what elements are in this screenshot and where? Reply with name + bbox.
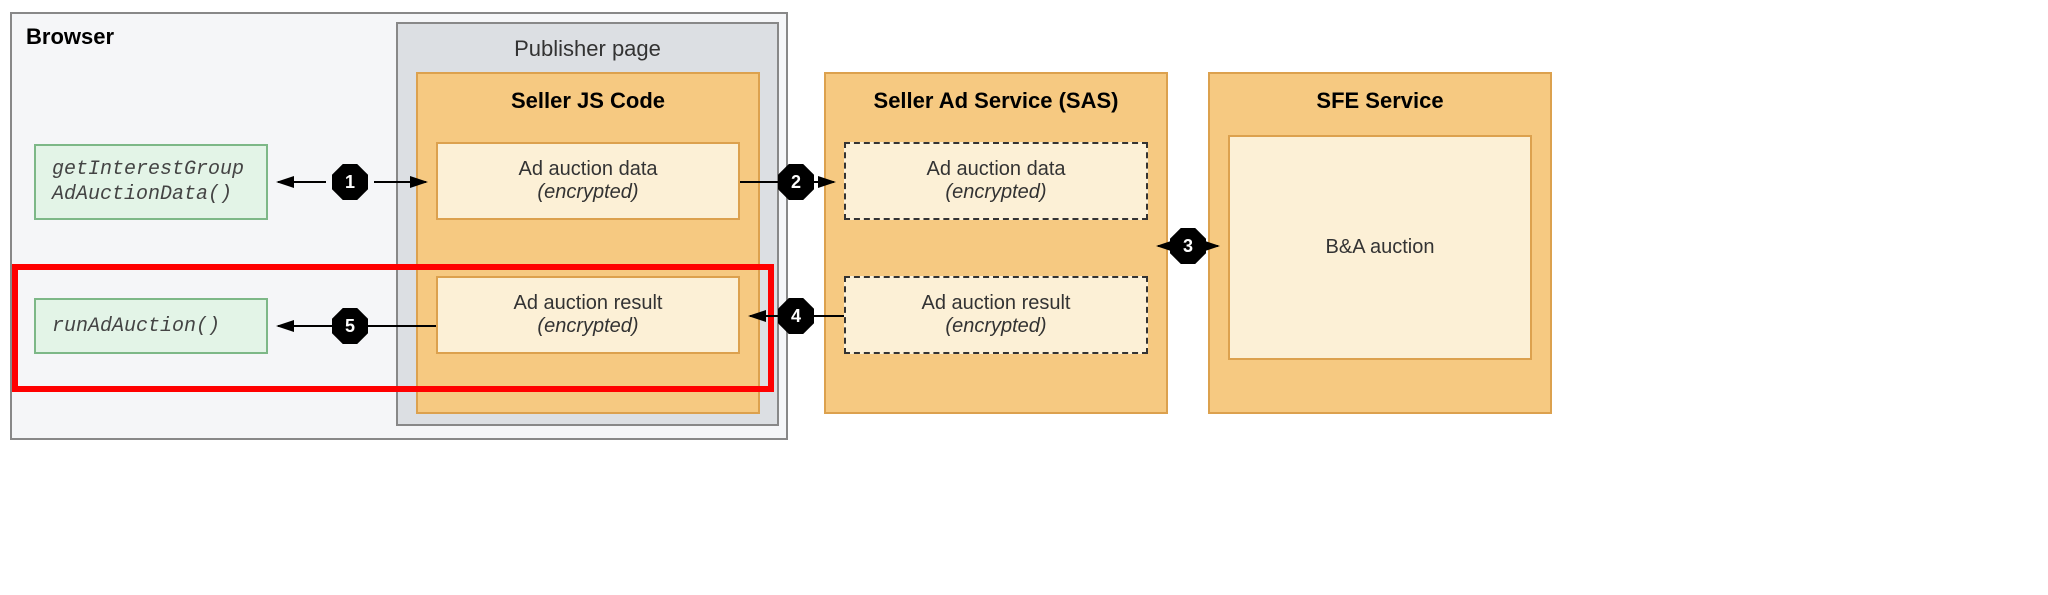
- sfe-title: SFE Service: [1210, 88, 1550, 114]
- card-line1: Ad auction data: [846, 158, 1146, 181]
- diagram-canvas: Browser Publisher page Seller JS Code ge…: [0, 0, 1560, 450]
- step-badge-2: 2: [778, 164, 814, 200]
- card-line1: Ad auction data: [438, 158, 738, 181]
- card-line2: (encrypted): [438, 315, 738, 338]
- seller-js-title: Seller JS Code: [418, 88, 758, 114]
- publisher-page-title: Publisher page: [398, 36, 777, 62]
- card-line2: (encrypted): [846, 181, 1146, 204]
- step-badge-3: 3: [1170, 228, 1206, 264]
- ba-auction-card: B&A auction: [1228, 135, 1532, 360]
- seller-js-container: Seller JS Code: [416, 72, 760, 414]
- card-line1: Ad auction result: [846, 292, 1146, 315]
- api-get-interest-group-data: getInterestGroup AdAuctionData(): [34, 144, 268, 220]
- card-line1: Ad auction result: [438, 292, 738, 315]
- sas-container: Seller Ad Service (SAS): [824, 72, 1168, 414]
- seller-js-auction-data-card: Ad auction data (encrypted): [436, 142, 740, 220]
- api-run-ad-auction: runAdAuction(): [34, 298, 268, 354]
- ba-auction-label: B&A auction: [1326, 236, 1435, 259]
- sas-title: Seller Ad Service (SAS): [826, 88, 1166, 114]
- sas-auction-data-card: Ad auction data (encrypted): [844, 142, 1148, 220]
- browser-title: Browser: [26, 24, 114, 50]
- card-line2: (encrypted): [438, 181, 738, 204]
- step-badge-4: 4: [778, 298, 814, 334]
- sas-auction-result-card: Ad auction result (encrypted): [844, 276, 1148, 354]
- seller-js-auction-result-card: Ad auction result (encrypted): [436, 276, 740, 354]
- api-run-ad-auction-label: runAdAuction(): [52, 314, 220, 339]
- api-get-interest-group-data-label: getInterestGroup AdAuctionData(): [52, 157, 244, 207]
- card-line2: (encrypted): [846, 315, 1146, 338]
